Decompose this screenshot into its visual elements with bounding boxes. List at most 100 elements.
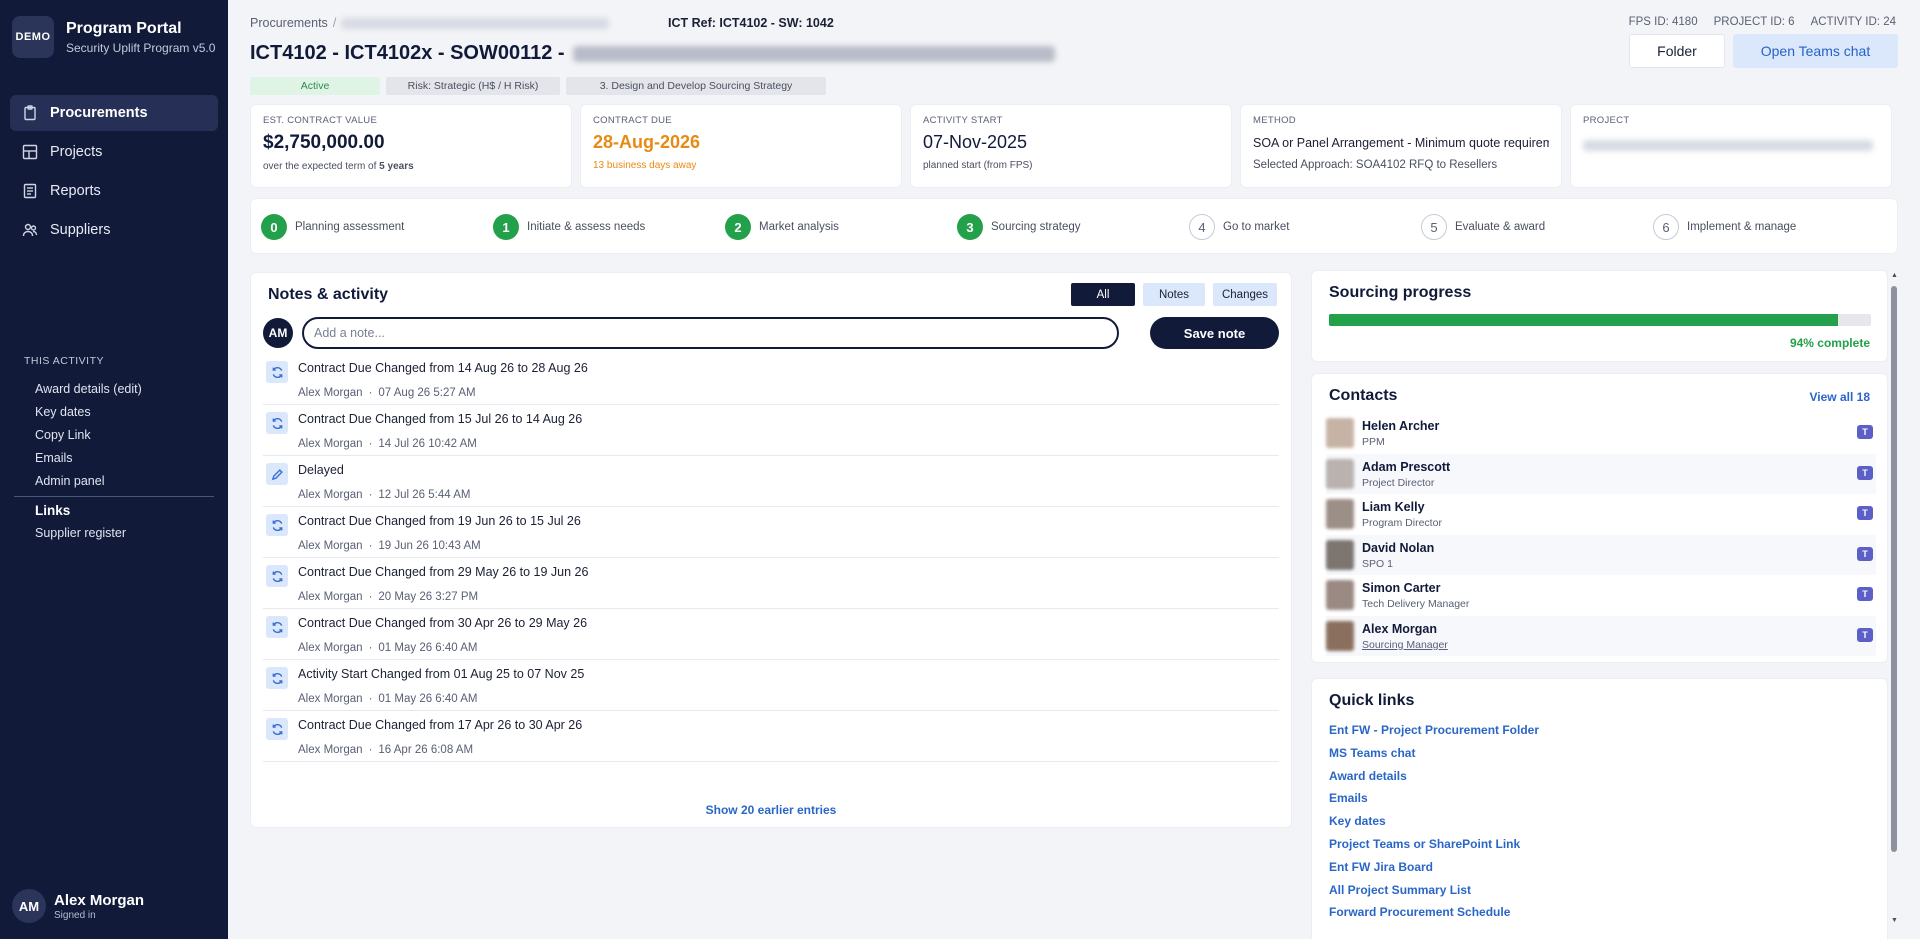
nav-item-procurements[interactable]: Procurements [10, 95, 218, 131]
activity-item-links[interactable]: Links [14, 499, 214, 522]
contact-row[interactable]: Adam Prescott Project Director T [1326, 453, 1876, 494]
entry-text: Contract Due Changed from 29 May 26 to 1… [298, 565, 589, 579]
entry-text: Contract Due Changed from 14 Aug 26 to 2… [298, 361, 588, 375]
quick-links-panel: Quick links Ent FW - Project Procurement… [1311, 678, 1888, 939]
divider [14, 496, 214, 497]
step-5[interactable]: 5 Evaluate & award [1421, 214, 1545, 240]
folder-button[interactable]: Folder [1629, 34, 1725, 68]
avatar: AM [263, 318, 293, 348]
user-status: Signed in [54, 909, 96, 921]
quick-link[interactable]: MS Teams chat [1329, 746, 1539, 769]
contact-role: PPM [1362, 436, 1385, 448]
scroll-up-icon[interactable]: ▲ [1891, 272, 1898, 279]
note-input[interactable] [302, 317, 1119, 349]
scrollbar[interactable]: ▲ ▼ [1888, 272, 1900, 932]
activity-entry: Contract Due Changed from 15 Jul 26 to 1… [263, 405, 1279, 456]
app-subtitle: Security Uplift Program v5.0 [66, 40, 216, 55]
entry-author: Alex Morgan [298, 591, 363, 603]
show-earlier-entries-link[interactable]: Show 20 earlier entries [251, 803, 1291, 817]
panel-title: Quick links [1329, 692, 1415, 709]
quick-link[interactable]: Emails [1329, 791, 1539, 814]
activity-entry: Delayed Alex Morgan · 12 Jul 26 5:44 AM [263, 456, 1279, 507]
entry-author: Alex Morgan [298, 489, 363, 501]
pencil-icon [266, 463, 288, 485]
breadcrumb-root[interactable]: Procurements [250, 16, 328, 30]
entry-meta: Alex Morgan · 01 May 26 6:40 AM [298, 693, 478, 705]
activity-item-copy-link[interactable]: Copy Link [14, 424, 214, 447]
card-label: PROJECT [1583, 115, 1630, 126]
activity-item-award-details[interactable]: Award details (edit) [14, 378, 214, 401]
step-0[interactable]: 0 Planning assessment [261, 214, 404, 240]
nav-label: Procurements [50, 105, 148, 121]
entry-meta: Alex Morgan · 14 Jul 26 10:42 AM [298, 438, 477, 450]
step-6[interactable]: 6 Implement & manage [1653, 214, 1796, 240]
entry-time: 16 Apr 26 6:08 AM [378, 744, 474, 756]
quick-link[interactable]: Award details [1329, 769, 1539, 792]
contact-role: SPO 1 [1362, 557, 1393, 570]
card-note-term: 5 years [379, 161, 414, 172]
activity-item-key-dates[interactable]: Key dates [14, 401, 214, 424]
main-content: Procurements / ICT Ref: ICT4102 - SW: 10… [228, 0, 1920, 939]
entry-meta: Alex Morgan · 01 May 26 6:40 AM [298, 642, 478, 654]
teams-icon[interactable]: T [1857, 425, 1873, 439]
contact-photo [1326, 580, 1354, 610]
nav-item-suppliers[interactable]: Suppliers [10, 212, 218, 248]
activity-item-emails[interactable]: Emails [14, 447, 214, 470]
scroll-thumb[interactable] [1891, 286, 1897, 852]
teams-icon[interactable]: T [1857, 465, 1873, 480]
activity-item-admin-panel[interactable]: Admin panel [14, 470, 214, 493]
open-teams-chat-button[interactable]: Open Teams chat [1733, 34, 1898, 68]
quick-link[interactable]: Forward Procurement Schedule [1329, 905, 1539, 928]
entry-author: Alex Morgan [298, 387, 363, 399]
quick-link[interactable]: Key dates [1329, 814, 1539, 837]
teams-icon[interactable]: T [1857, 506, 1873, 520]
card-method: METHOD SOA or Panel Arrangement - Minimu… [1240, 104, 1562, 188]
step-1[interactable]: 1 Initiate & assess needs [493, 214, 645, 240]
teams-icon[interactable]: T [1857, 546, 1873, 561]
quick-link[interactable]: Ent FW - Project Procurement Folder [1329, 723, 1539, 746]
filter-changes-button[interactable]: Changes [1213, 283, 1277, 306]
contact-photo [1326, 620, 1354, 651]
nav-item-projects[interactable]: Projects [10, 134, 218, 170]
contact-row[interactable]: Helen Archer PPM T [1326, 413, 1876, 454]
quick-link[interactable]: All Project Summary List [1329, 883, 1539, 906]
entry-author: Alex Morgan [298, 438, 363, 450]
step-4[interactable]: 4 Go to market [1189, 214, 1289, 240]
entry-time: 19 Jun 26 10:43 AM [378, 540, 481, 552]
refresh-icon [266, 514, 288, 536]
step-3[interactable]: 3 Sourcing strategy [957, 214, 1081, 240]
user-profile[interactable]: AM Alex Morgan Signed in [12, 889, 144, 923]
quick-link[interactable]: Project Teams or SharePoint Link [1329, 837, 1539, 860]
save-note-button[interactable]: Save note [1150, 317, 1279, 349]
card-contract-value: EST. CONTRACT VALUE $2,750,000.00 over t… [250, 104, 572, 188]
quick-link[interactable]: Ent FW Jira Board [1329, 860, 1539, 883]
quick-links-list: Ent FW - Project Procurement Folder MS Te… [1329, 723, 1539, 928]
nav-label: Suppliers [50, 222, 111, 238]
activity-item-supplier-register[interactable]: Supplier register [14, 522, 214, 545]
teams-icon[interactable]: T [1857, 627, 1873, 642]
contact-role: Tech Delivery Manager [1362, 598, 1470, 610]
breadcrumb-separator: / [332, 16, 337, 30]
nav-label: Projects [50, 144, 103, 160]
contact-row[interactable]: David Nolan SPO 1 T [1326, 534, 1876, 575]
filter-all-button[interactable]: All [1071, 283, 1135, 306]
entry-meta: Alex Morgan · 12 Jul 26 5:44 AM [298, 489, 471, 501]
contact-name: Helen Archer [1362, 419, 1440, 433]
contact-row[interactable]: Liam Kelly Program Director T [1326, 494, 1876, 535]
activity-entry: Contract Due Changed from 29 May 26 to 1… [263, 558, 1279, 609]
step-2[interactable]: 2 Market analysis [725, 214, 839, 240]
filter-notes-button[interactable]: Notes [1143, 283, 1205, 306]
nav-item-reports[interactable]: Reports [10, 173, 218, 209]
card-note: Selected Approach: SOA4102 RFQ to Resell… [1253, 159, 1498, 171]
contact-row[interactable]: Simon Carter Tech Delivery Manager T [1326, 575, 1876, 616]
entry-time: 12 Jul 26 5:44 AM [378, 489, 471, 501]
step-number: 6 [1653, 214, 1679, 240]
contact-row[interactable]: Alex Morgan Sourcing Manager T [1326, 615, 1876, 656]
view-all-contacts-link[interactable]: View all 18 [1810, 390, 1871, 404]
scroll-down-icon[interactable]: ▼ [1891, 917, 1898, 924]
teams-icon[interactable]: T [1857, 587, 1873, 601]
brand-badge: DEMO [12, 16, 54, 58]
entry-text: Activity Start Changed from 01 Aug 25 to… [298, 667, 585, 681]
document-icon [22, 183, 38, 199]
step-number: 2 [725, 214, 751, 240]
